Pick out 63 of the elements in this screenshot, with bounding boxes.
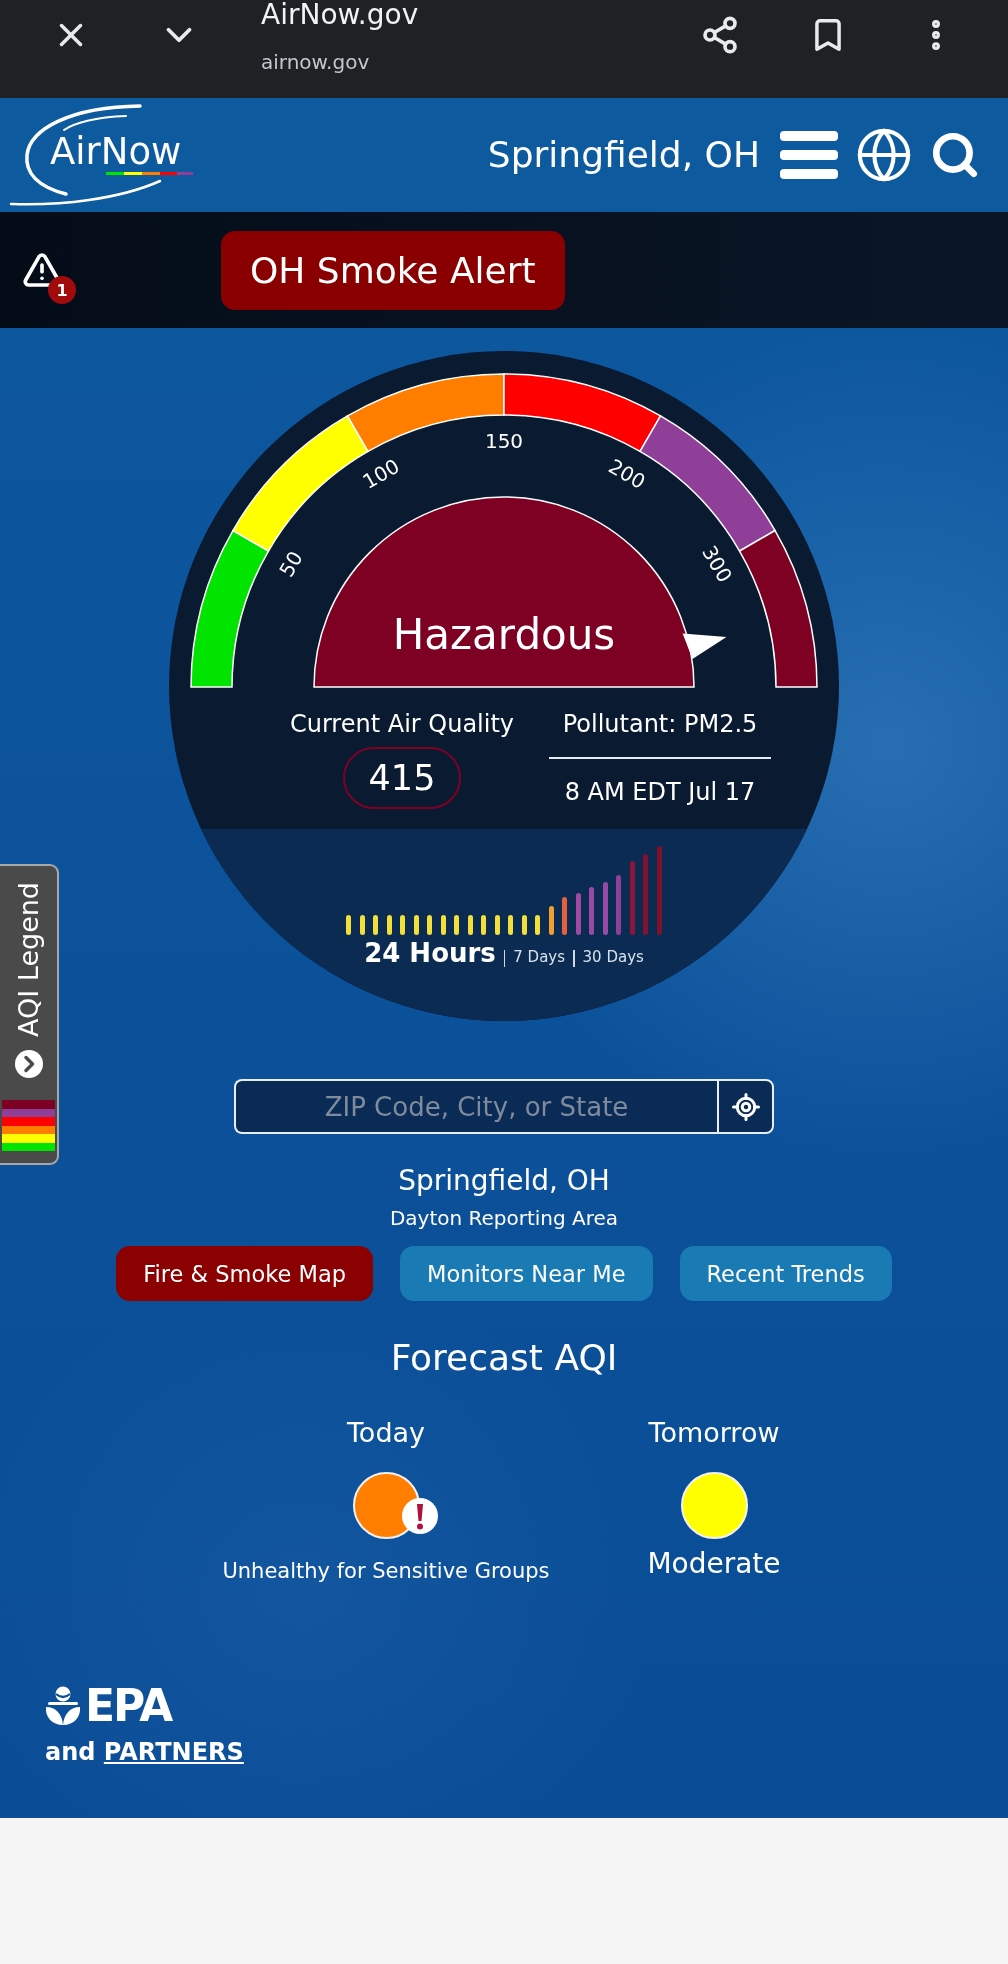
locate-button[interactable] — [717, 1079, 774, 1134]
aqi-legend-tab[interactable]: AQI Legend — [0, 864, 59, 1165]
forecast-title: Forecast AQI — [390, 1336, 618, 1380]
hour-bar — [440, 915, 446, 935]
category-label: Hazardous — [392, 609, 616, 659]
hour-bar — [508, 915, 514, 935]
current-aqi-label: Current Air Quality — [289, 709, 515, 739]
hour-bar — [454, 915, 460, 935]
hour-bar — [427, 915, 433, 935]
search-icon[interactable] — [930, 130, 980, 180]
action-button[interactable]: Monitors Near Me — [399, 1246, 653, 1301]
page-url: airnow.gov — [261, 49, 371, 75]
hour-bar — [494, 915, 500, 935]
gauge-tick-label: 100 — [358, 454, 404, 494]
range-tab[interactable]: 24 Hours — [364, 935, 496, 971]
partners-text: and PARTNERS — [45, 1737, 244, 1767]
hour-bar — [481, 915, 487, 935]
location-name: Springfield, OH — [487, 133, 760, 177]
smoke-alert-button[interactable]: OH Smoke Alert — [221, 230, 565, 310]
swoosh-icon — [8, 102, 195, 208]
globe-icon[interactable] — [855, 126, 913, 184]
hour-bar — [346, 915, 352, 935]
reporting-area: Dayton Reporting Area — [389, 1205, 619, 1231]
hour-bar — [413, 915, 419, 935]
page-title: AirNow.gov — [261, 0, 419, 30]
flower-icon — [45, 1686, 81, 1726]
hour-bar — [400, 915, 406, 935]
hour-bar — [521, 915, 527, 935]
gauge-tick-label: 150 — [484, 429, 524, 453]
gauge-tick-label: 50 — [274, 547, 308, 581]
hour-bar — [616, 875, 622, 935]
hour-bar — [359, 915, 365, 935]
action-button[interactable]: Recent Trends — [679, 1246, 892, 1301]
forecast-category: Moderate — [647, 1547, 781, 1581]
pollutant-label: Pollutant: PM2.5 — [562, 709, 758, 739]
hour-bar — [535, 915, 541, 935]
range-tab[interactable]: 7 Days — [513, 939, 566, 975]
hour-bar — [575, 893, 581, 935]
hour-bar — [562, 897, 568, 935]
forecast-category: Unhealthy for Sensitive Groups — [222, 1558, 550, 1585]
forecast-day: Today — [346, 1416, 426, 1450]
gauge-tick-label: 200 — [604, 454, 650, 494]
action-button[interactable]: Fire & Smoke Map — [116, 1246, 373, 1301]
city-name: Springfield, OH — [398, 1163, 610, 1199]
hour-bar — [548, 906, 554, 935]
airnow-logo[interactable]: AirNow — [8, 102, 195, 208]
crosshair-icon — [730, 1091, 761, 1122]
forecast-day: Tomorrow — [648, 1416, 780, 1450]
hour-bar — [467, 915, 473, 935]
epa-wordmark: EPA — [85, 1684, 172, 1728]
range-tab[interactable]: 30 Days — [582, 939, 644, 975]
share-icon[interactable] — [700, 15, 740, 55]
hour-bar — [589, 887, 595, 935]
aqi-value: 415 — [343, 747, 461, 809]
search-field[interactable]: ZIP Code, City, or State — [234, 1079, 717, 1134]
chevron-right-icon — [13, 1049, 44, 1079]
menu-icon[interactable] — [780, 130, 838, 180]
hour-bar — [602, 882, 608, 935]
alert-count: 1 — [48, 276, 76, 304]
hour-bar — [386, 915, 392, 935]
hour-bar — [373, 915, 379, 935]
partners-link[interactable]: PARTNERS — [103, 1738, 244, 1766]
timestamp-text: 8 AM EDT Jul 17 — [564, 777, 756, 807]
